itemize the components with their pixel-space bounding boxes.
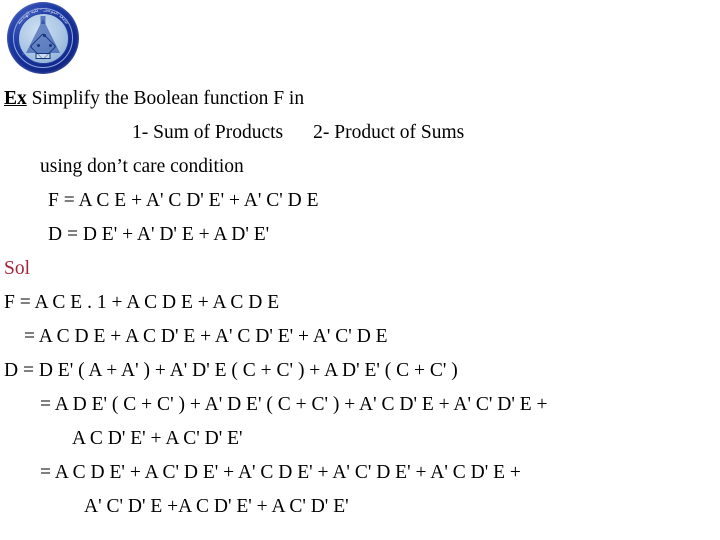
slide-text-body: Ex Simplify the Boolean function F in 1-… xyxy=(0,82,720,524)
option-sum-of-products: 1- Sum of Products xyxy=(132,122,284,143)
solution-line-6: = A C D E' + A C' D E' + A' C D E' + A' … xyxy=(40,462,521,483)
solution-label: Sol xyxy=(4,258,31,279)
slide-canvas: جامعة الموصل - كلية الهندسة University o… xyxy=(0,0,720,540)
molecule-node-icon xyxy=(42,33,46,37)
given-function-f: F = A C E + A' C D' E' + A' C' D E xyxy=(48,190,319,211)
solution-line-5: A C D' E' + A C' D' E' xyxy=(72,428,243,449)
flask-base-icon xyxy=(35,52,51,59)
solution-line-7: A' C' D' E +A C D' E' + A C' D' E' xyxy=(84,496,349,517)
exercise-heading-text: Simplify the Boolean function F in xyxy=(31,88,305,109)
solution-line-3: D = D E' ( A + A' ) + A' D' E ( C + C' )… xyxy=(4,360,458,381)
solution-line-1: F = A C E . 1 + A C D E + A C D E xyxy=(4,292,280,313)
options-line: 1- Sum of Products 2- Product of Sums xyxy=(0,116,720,150)
given-function-d: D = D E' + A' D' E + A D' E' xyxy=(48,224,270,245)
solution-line-2: = A C D E + A C D' E + A' C D' E' + A' C… xyxy=(24,326,388,347)
option-product-of-sums: 2- Product of Sums xyxy=(313,122,465,143)
exercise-heading: Ex Simplify the Boolean function F in xyxy=(0,82,720,116)
university-seal-logo: جامعة الموصل - كلية الهندسة University o… xyxy=(7,2,79,75)
dont-care-condition-line: using don’t care condition xyxy=(40,156,244,177)
solution-line-4: = A D E' ( C + C' ) + A' D E' ( C + C' )… xyxy=(40,394,548,415)
molecule-node-icon xyxy=(36,43,40,47)
exercise-label: Ex xyxy=(4,88,27,109)
seal-emblem-field xyxy=(17,12,69,64)
molecule-node-icon xyxy=(48,43,52,47)
